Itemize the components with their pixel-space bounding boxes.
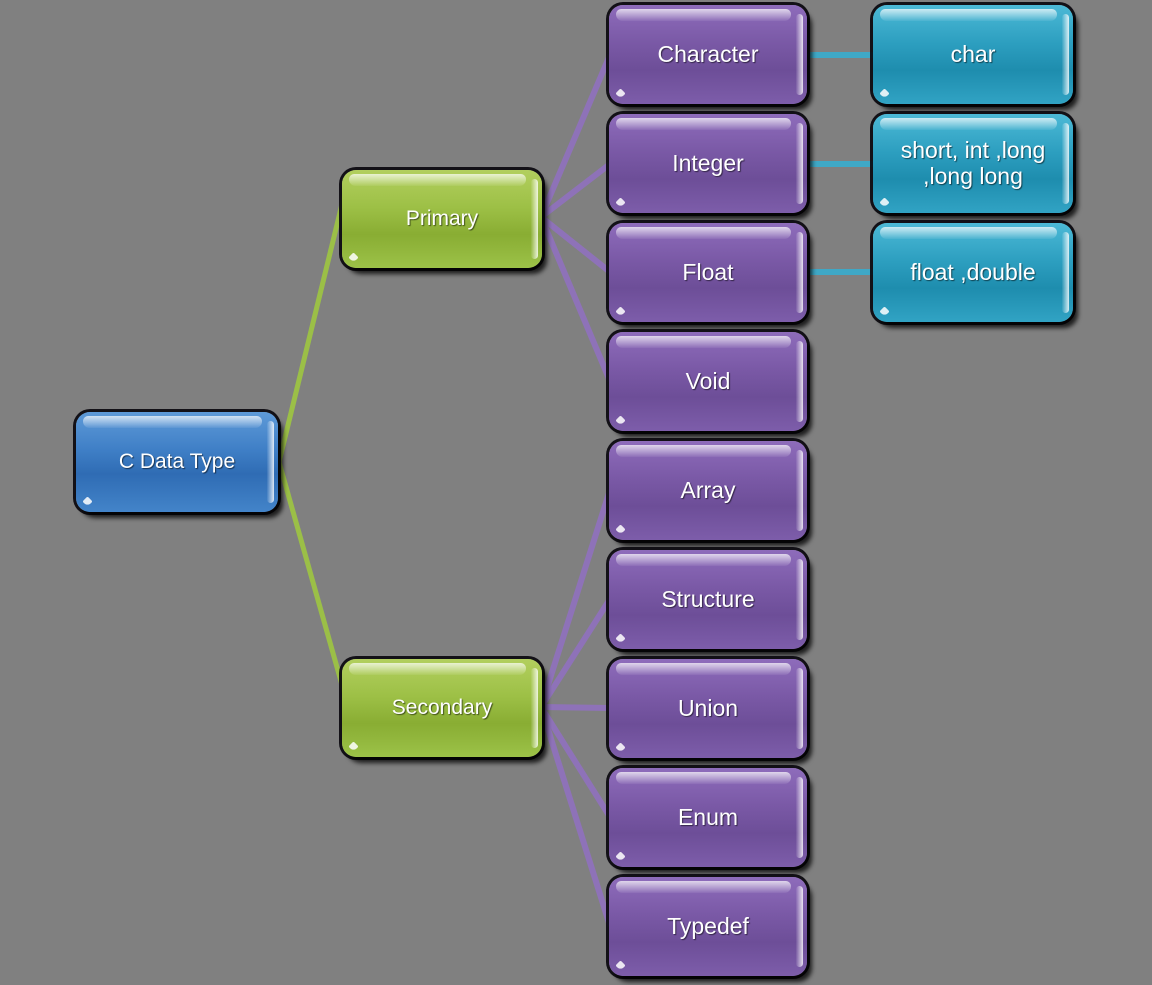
corner-highlight-icon	[879, 197, 890, 208]
corner-highlight-icon	[348, 741, 359, 752]
node-primary[interactable]: Primary	[342, 170, 542, 268]
node-label: float ,double	[910, 258, 1036, 285]
node-enum[interactable]: Enum	[609, 768, 807, 867]
edge-primary-to-character	[538, 53, 613, 219]
node-typedef[interactable]: Typedef	[609, 877, 807, 976]
corner-highlight-icon	[615, 742, 626, 753]
node-label: Enum	[677, 803, 739, 830]
node-float-kw[interactable]: float ,double	[873, 223, 1073, 322]
corner-highlight-icon	[615, 851, 626, 862]
node-character[interactable]: Character	[609, 5, 807, 104]
node-label: short, int ,long ,long long	[900, 136, 1046, 189]
node-label: Union	[677, 694, 739, 721]
corner-highlight-icon	[615, 88, 626, 99]
edge-root-to-secondary	[276, 461, 347, 693]
corner-highlight-icon	[879, 306, 890, 317]
node-float[interactable]: Float	[609, 223, 807, 322]
corner-highlight-icon	[615, 524, 626, 535]
corner-highlight-icon	[615, 633, 626, 644]
corner-highlight-icon	[615, 197, 626, 208]
edge-secondary-to-array	[538, 489, 613, 708]
node-integer[interactable]: Integer	[609, 114, 807, 213]
node-label: Structure	[661, 585, 755, 612]
node-structure[interactable]: Structure	[609, 550, 807, 649]
edge-secondary-to-structure	[538, 597, 613, 709]
corner-highlight-icon	[615, 960, 626, 971]
diagram-canvas: C Data Type Primary Secondary Character Inte…	[0, 0, 1152, 985]
node-label: Character	[657, 40, 759, 67]
node-void[interactable]: Void	[609, 332, 807, 431]
node-label: C Data Type	[118, 450, 236, 474]
node-char-kw[interactable]: char	[873, 5, 1073, 104]
node-label: Primary	[405, 207, 479, 231]
edge-secondary-to-union	[540, 704, 611, 711]
node-array[interactable]: Array	[609, 441, 807, 540]
corner-highlight-icon	[348, 252, 359, 263]
corner-highlight-icon	[82, 496, 93, 507]
node-label: Secondary	[391, 696, 493, 720]
edge-primary-to-integer	[539, 161, 612, 220]
corner-highlight-icon	[615, 415, 626, 426]
node-label: char	[950, 40, 996, 67]
node-label: Typedef	[667, 912, 749, 939]
node-label: Array	[680, 476, 736, 503]
node-label: Void	[685, 367, 731, 394]
corner-highlight-icon	[879, 88, 890, 99]
node-label: Integer	[672, 149, 744, 176]
edge-primary-to-float	[539, 214, 612, 275]
node-union[interactable]: Union	[609, 659, 807, 758]
edge-primary-to-void	[538, 215, 613, 383]
edge-secondary-to-enum	[538, 705, 613, 819]
edge-secondary-to-typedef	[538, 706, 613, 927]
node-int-kw[interactable]: short, int ,long ,long long	[873, 114, 1073, 213]
corner-highlight-icon	[615, 306, 626, 317]
node-root[interactable]: C Data Type	[76, 412, 278, 512]
node-label: Float	[682, 258, 734, 285]
edge-root-to-primary	[276, 195, 347, 463]
node-secondary[interactable]: Secondary	[342, 659, 542, 757]
